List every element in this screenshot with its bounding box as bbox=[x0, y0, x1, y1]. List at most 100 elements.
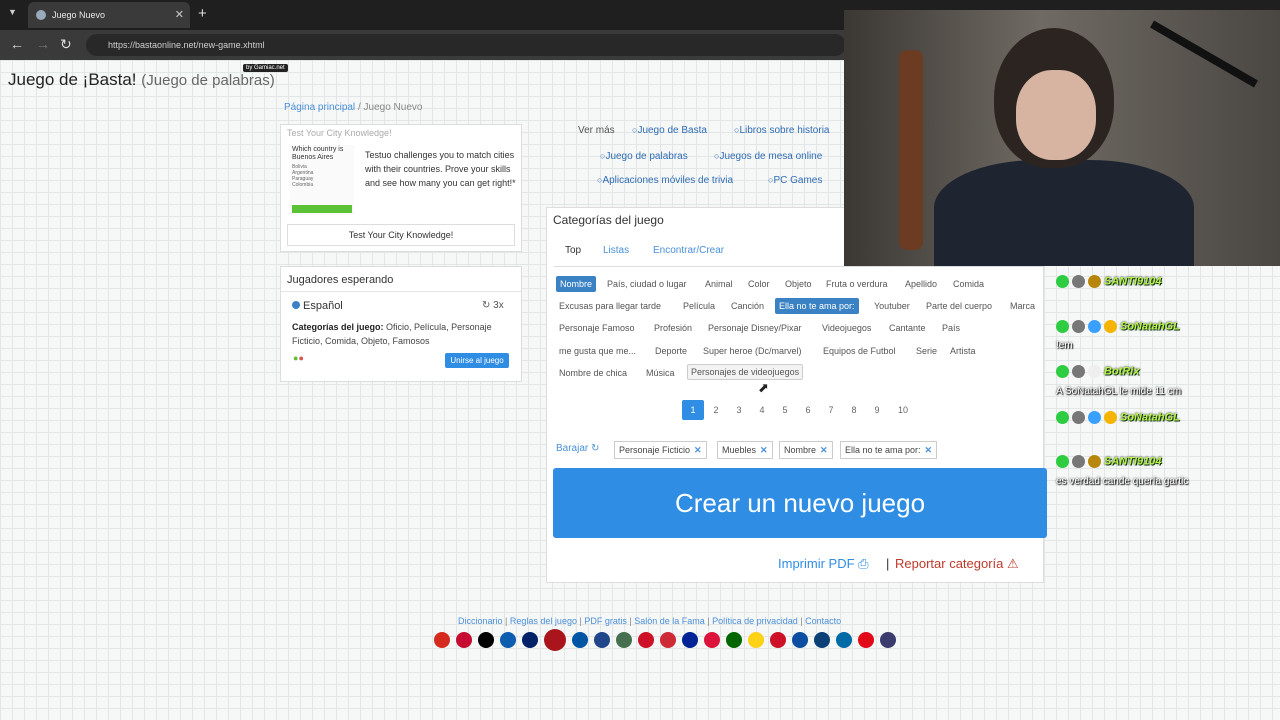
category-chip[interactable]: Animal bbox=[702, 277, 736, 291]
flag-icon[interactable] bbox=[456, 632, 472, 648]
selected-category: Personaje Ficticio ✕ bbox=[614, 441, 707, 459]
flag-icon[interactable] bbox=[522, 632, 538, 648]
footer-link[interactable]: PDF gratis bbox=[584, 616, 627, 626]
category-chip[interactable]: Super heroe (Dc/marvel) bbox=[700, 344, 805, 358]
category-chip[interactable]: Apellido bbox=[902, 277, 940, 291]
page-button[interactable]: 6 bbox=[797, 400, 819, 420]
flag-icon[interactable] bbox=[770, 632, 786, 648]
ver-mas-label: Ver más bbox=[578, 125, 615, 136]
back-icon[interactable]: ← bbox=[10, 36, 24, 52]
address-bar[interactable]: https://bastaonline.net/new-game.xhtml bbox=[86, 34, 846, 56]
flag-icon[interactable] bbox=[704, 632, 720, 648]
category-chip[interactable]: Música bbox=[643, 366, 678, 380]
join-game-button[interactable]: Unirse al juego bbox=[445, 353, 509, 368]
footer-link[interactable]: Política de privacidad bbox=[712, 616, 798, 626]
flag-icon[interactable] bbox=[792, 632, 808, 648]
category-chip[interactable]: Película bbox=[680, 299, 718, 313]
footer-link[interactable]: Contacto bbox=[805, 616, 841, 626]
waiting-categories: Categorías del juego: Oficio, Película, … bbox=[292, 320, 502, 348]
report-category-link[interactable]: Reportar categoría ⚠ bbox=[895, 556, 1019, 572]
category-chip[interactable]: Nombre de chica bbox=[556, 366, 630, 380]
remove-icon[interactable]: ✕ bbox=[925, 445, 933, 456]
page-button[interactable]: 3 bbox=[728, 400, 750, 420]
category-chip[interactable]: Comida bbox=[950, 277, 987, 291]
browser-tab[interactable]: Juego Nuevo ✕ bbox=[28, 2, 190, 28]
category-chip[interactable]: Fruta o verdura bbox=[823, 277, 891, 291]
remove-icon[interactable]: ✕ bbox=[820, 445, 828, 456]
link-juegos-de-mesa[interactable]: Juegos de mesa online bbox=[714, 151, 822, 162]
category-chip[interactable]: País, ciudad o lugar bbox=[604, 277, 690, 291]
flag-icon[interactable] bbox=[594, 632, 610, 648]
footer-link[interactable]: Salón de la Fama bbox=[634, 616, 705, 626]
forward-icon[interactable]: → bbox=[36, 36, 50, 52]
page-subtitle: (Juego de palabras) bbox=[141, 72, 275, 89]
category-chip[interactable]: Profesión bbox=[651, 321, 695, 335]
category-chip[interactable]: Personaje Disney/Pixar bbox=[705, 321, 805, 335]
category-chip[interactable]: Artista bbox=[947, 344, 979, 358]
flag-icon[interactable] bbox=[434, 632, 450, 648]
tab-encontrar-crear[interactable]: Encontrar/Crear bbox=[653, 245, 724, 256]
flag-icon[interactable] bbox=[660, 632, 676, 648]
flag-icon[interactable] bbox=[858, 632, 874, 648]
category-chip[interactable]: Deporte bbox=[652, 344, 690, 358]
page-button[interactable]: 9 bbox=[866, 400, 888, 420]
page-button[interactable]: 2 bbox=[705, 400, 727, 420]
create-game-button[interactable]: Crear un nuevo juego bbox=[553, 468, 1047, 538]
link-pc-games[interactable]: PC Games bbox=[768, 175, 822, 186]
category-chip[interactable]: Parte del cuerpo bbox=[923, 299, 995, 313]
category-chip[interactable]: Serie bbox=[913, 344, 940, 358]
flag-icon[interactable] bbox=[836, 632, 852, 648]
category-chip[interactable]: País bbox=[939, 321, 963, 335]
page-button[interactable]: 7 bbox=[820, 400, 842, 420]
category-chip[interactable]: Objeto bbox=[782, 277, 815, 291]
print-pdf-link[interactable]: Imprimir PDF ⎙ bbox=[778, 556, 869, 572]
flag-icon[interactable] bbox=[616, 632, 632, 648]
flag-icon[interactable] bbox=[478, 632, 494, 648]
reload-icon[interactable]: ↻ bbox=[60, 36, 72, 53]
category-chip[interactable]: Marca bbox=[1007, 299, 1038, 313]
link-libros-historia[interactable]: Libros sobre historia bbox=[734, 125, 829, 136]
category-chip[interactable]: Personaje Famoso bbox=[556, 321, 638, 335]
flag-icon[interactable] bbox=[726, 632, 742, 648]
category-chip[interactable]: Cantante bbox=[886, 321, 929, 335]
category-chip[interactable]: Ella no te ama por: bbox=[775, 298, 859, 314]
category-chip[interactable]: Equipos de Futbol bbox=[820, 344, 899, 358]
page-button[interactable]: 5 bbox=[774, 400, 796, 420]
page-button[interactable]: 1 bbox=[682, 400, 704, 420]
link-juego-de-palabras[interactable]: Juego de palabras bbox=[600, 151, 687, 162]
gamiac-badge[interactable]: by Gamiac.net bbox=[243, 64, 288, 72]
link-juego-de-basta[interactable]: Juego de Basta bbox=[632, 125, 707, 136]
flag-icon[interactable] bbox=[880, 632, 896, 648]
remove-icon[interactable]: ✕ bbox=[760, 445, 768, 456]
category-chip[interactable]: Videojuegos bbox=[819, 321, 874, 335]
category-chip[interactable]: me gusta que me... bbox=[556, 344, 639, 358]
flag-icon[interactable] bbox=[500, 632, 516, 648]
page-button[interactable]: 10 bbox=[892, 400, 914, 420]
tab-top[interactable]: Top bbox=[565, 245, 581, 256]
footer-link[interactable]: Diccionario bbox=[458, 616, 503, 626]
flag-icon[interactable] bbox=[682, 632, 698, 648]
category-chip[interactable]: Color bbox=[745, 277, 773, 291]
page-button[interactable]: 4 bbox=[751, 400, 773, 420]
shuffle-button[interactable]: Barajar ↻ bbox=[556, 443, 599, 454]
tab-listas[interactable]: Listas bbox=[603, 245, 629, 256]
tab-search-icon[interactable]: ▼ bbox=[8, 7, 17, 17]
link-apps-trivia[interactable]: Aplicaciones móviles de trivia bbox=[597, 175, 733, 186]
category-chip[interactable]: Canción bbox=[728, 299, 767, 313]
flag-icon[interactable] bbox=[814, 632, 830, 648]
category-chip[interactable]: Youtuber bbox=[871, 299, 913, 313]
footer-link[interactable]: Reglas del juego bbox=[510, 616, 577, 626]
ad-button[interactable]: Test Your City Knowledge! bbox=[287, 224, 515, 246]
new-tab-icon[interactable]: + bbox=[198, 5, 207, 22]
flag-icon[interactable] bbox=[544, 629, 566, 651]
flag-icon[interactable] bbox=[748, 632, 764, 648]
close-tab-icon[interactable]: ✕ bbox=[175, 8, 184, 21]
page-button[interactable]: 8 bbox=[843, 400, 865, 420]
category-chip[interactable]: Personajes de videojuegos bbox=[687, 364, 804, 380]
flag-icon[interactable] bbox=[638, 632, 654, 648]
breadcrumb-home-link[interactable]: Página principal bbox=[284, 102, 355, 113]
remove-icon[interactable]: ✕ bbox=[694, 445, 702, 456]
category-chip[interactable]: Nombre bbox=[556, 276, 597, 292]
flag-icon[interactable] bbox=[572, 632, 588, 648]
category-chip[interactable]: Excusas para llegar tarde bbox=[556, 299, 664, 313]
